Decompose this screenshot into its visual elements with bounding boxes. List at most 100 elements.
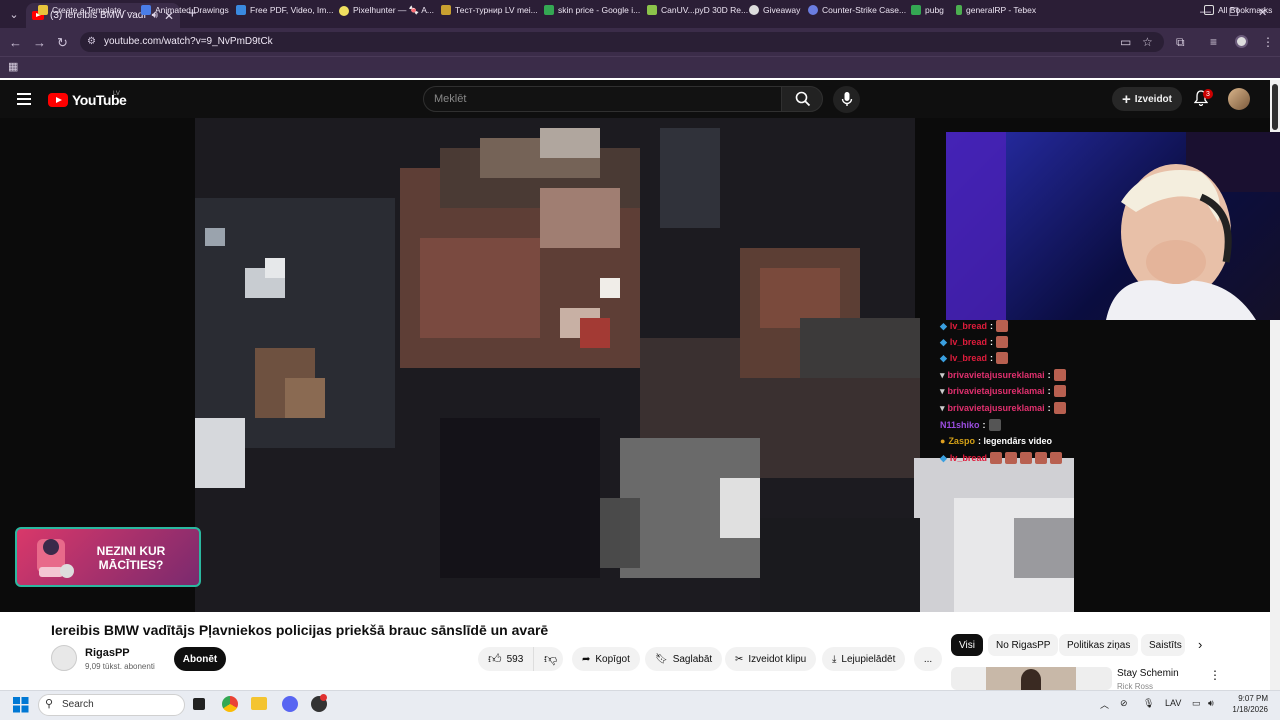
tab-search-icon[interactable]: ⌄ (3, 3, 25, 25)
recommendation-menu-icon[interactable]: ⋮ (1209, 668, 1221, 682)
browser-menu-icon[interactable]: ⋮ (1262, 35, 1274, 49)
emote-icon (1049, 452, 1062, 464)
more-actions-button[interactable]: ... (914, 647, 942, 671)
video-title: Iereibis BMW vadītājs Pļavniekos policij… (51, 622, 549, 638)
apps-grid-icon[interactable]: ▦ (8, 60, 18, 73)
account-avatar[interactable] (1228, 88, 1250, 110)
bookmark-item[interactable]: Тест-турнир LV mei... (441, 5, 538, 15)
taskbar-search-input[interactable] (38, 694, 185, 716)
profile-avatar[interactable] (1235, 35, 1248, 48)
country-code: LV (113, 91, 120, 97)
emote-icon (988, 419, 1001, 431)
media-control-icon[interactable]: ≡ (1210, 35, 1217, 49)
search-input[interactable] (423, 86, 782, 112)
bookmark-item[interactable]: pubg (911, 5, 944, 15)
share-icon: ➦ (582, 653, 591, 665)
recommendation-thumbnail[interactable] (951, 667, 1112, 690)
microphone-icon (841, 92, 853, 106)
create-button[interactable]: + Izveidot (1112, 87, 1182, 111)
save-button[interactable]: 🔖︎ Saglabāt (645, 647, 723, 671)
notification-dot (320, 694, 327, 701)
bookmark-item[interactable]: Animated Drawings (141, 5, 229, 15)
extensions-icon[interactable]: ⧉ (1176, 35, 1185, 50)
network-icon[interactable]: ⊘ (1120, 698, 1128, 709)
chat-username: lv_bread (949, 337, 987, 347)
recommendation-title[interactable]: Stay Schemin (1117, 668, 1179, 679)
emote-icon (1053, 369, 1066, 381)
language-indicator[interactable]: LAV (1165, 698, 1181, 708)
back-icon[interactable]: ← (9, 35, 22, 50)
install-app-icon[interactable]: ▭ (1120, 35, 1131, 49)
chat-username: brivavietajusureklamai (947, 403, 1045, 413)
clip-button[interactable]: ✂ Izveidot klipu (725, 647, 817, 671)
chat-username: lv_bread (949, 353, 987, 363)
chat-message: ◆ lv_bread : (940, 336, 1008, 348)
bookmark-item[interactable]: Free PDF, Video, Im... (236, 5, 333, 15)
discord-icon[interactable] (282, 696, 298, 712)
chip-from-channel[interactable]: No RigasPP (988, 634, 1059, 656)
chat-username: N11shiko (940, 420, 980, 430)
download-icon: ⤓ (832, 653, 837, 665)
thumbs-up-icon: 👍︎ (488, 651, 502, 666)
bookmark-item[interactable]: CanUV...pyD 30D Re... (647, 5, 748, 15)
bookmark-item[interactable]: Counter-Strike Case... (808, 5, 906, 15)
channel-name[interactable]: RigasPP (85, 647, 130, 659)
chat-badge-icon: ◆ (940, 320, 947, 331)
chat-badge-icon: ● (940, 436, 946, 446)
scrollbar-thumb[interactable] (1272, 84, 1278, 130)
chat-username: brivavietajusureklamai (947, 386, 1045, 396)
all-bookmarks[interactable]: All Bookmarks (1204, 5, 1272, 15)
youtube-logo-icon (48, 93, 68, 107)
like-button[interactable]: 👍︎ 593 (478, 647, 533, 671)
forward-icon[interactable]: → (33, 35, 46, 50)
subscribe-button[interactable]: Abonēt (174, 647, 226, 671)
emote-icon (995, 320, 1008, 332)
chrome-taskbar-icon[interactable] (222, 696, 238, 712)
chip-politics[interactable]: Politikas ziņas (1059, 634, 1139, 656)
task-view-icon[interactable] (193, 698, 205, 710)
emote-icon (1019, 452, 1032, 464)
dislike-button[interactable]: 👎︎ (533, 647, 563, 671)
bookmarks-bar (0, 56, 1280, 78)
streamer-figure (946, 132, 1280, 320)
display-icon[interactable]: ▭ (1192, 698, 1201, 709)
volume-icon[interactable]: 🔊︎ (1208, 698, 1214, 709)
url-text: youtube.com/watch?v=9_NvPmD9tCk (104, 36, 273, 47)
file-explorer-icon[interactable] (251, 697, 267, 710)
tray-chevron-icon[interactable]: ︿ (1100, 698, 1109, 711)
mic-tray-icon[interactable]: 🎙︎ (1143, 698, 1154, 709)
chip-related[interactable]: Saistīts (1141, 634, 1185, 656)
site-info-icon[interactable]: ⚙ (87, 36, 96, 47)
bookmark-star-icon[interactable]: ☆ (1142, 35, 1153, 49)
taskbar-clock[interactable]: 9:07 PM 1/18/2026 (1222, 693, 1268, 715)
chat-badge-icon: ▾ (940, 402, 945, 413)
ad-character-icon (37, 539, 74, 578)
chip-all[interactable]: Visi (951, 634, 983, 656)
taskbar-search-icon: ⚲ (45, 698, 54, 710)
emote-icon (989, 452, 1002, 464)
bookmark-item[interactable]: Create a Template -... (38, 5, 134, 15)
bookmark-item[interactable]: generalRP - Tebex (956, 5, 1036, 15)
search-placeholder: Meklēt (434, 93, 467, 105)
bookmark-item[interactable]: Giveaway (749, 5, 800, 15)
emote-icon (995, 352, 1008, 364)
voice-search-button[interactable] (833, 86, 860, 113)
scissors-icon: ✂ (735, 653, 744, 665)
share-button[interactable]: ➦ Kopīgot (572, 647, 640, 671)
notifications-badge: 3 (1203, 89, 1213, 99)
bookmark-item[interactable]: Pixelhunter — 🍬 A... (339, 5, 434, 16)
hamburger-menu-icon[interactable] (17, 93, 31, 105)
reload-icon[interactable]: ↻ (57, 35, 68, 51)
bookmark-item[interactable]: skin price - Google i... (544, 5, 640, 15)
search-button[interactable] (781, 86, 823, 112)
bookmark-icon: 🔖︎ (655, 653, 668, 665)
windows-start-icon[interactable] (13, 697, 29, 713)
chat-message: ◆ lv_bread (940, 452, 1062, 464)
channel-avatar[interactable] (51, 645, 77, 671)
chat-message: ● Zaspo : legendārs video (940, 436, 1052, 446)
emote-icon (995, 336, 1008, 348)
chevron-right-icon[interactable]: › (1198, 637, 1202, 652)
search-icon (795, 91, 811, 107)
ad-text: NEZINI KUR MĀCĪTIES? (96, 544, 166, 572)
download-button[interactable]: ⤓ Lejupielādēt (822, 647, 906, 671)
